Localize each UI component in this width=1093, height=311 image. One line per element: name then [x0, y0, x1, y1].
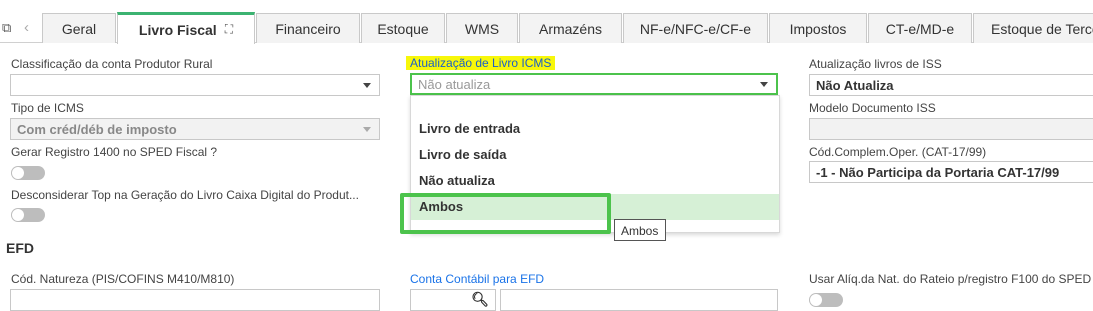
tab-label: Geral: [61, 20, 97, 37]
atualizacao-icms-label: Atualização de Livro ICMS: [406, 56, 556, 70]
tab-geral[interactable]: Geral: [42, 13, 116, 43]
atualizacao-icms-placeholder: Não atualiza: [418, 77, 491, 92]
tab-label: WMS: [464, 20, 500, 37]
natureza-label: Cód. Natureza (PIS/COFINS M410/M810): [11, 272, 235, 286]
chevron-down-icon: [760, 82, 768, 87]
iss-value: Não Atualiza: [816, 78, 894, 93]
iss-label: Atualização livros de ISS: [809, 57, 942, 71]
conta-contabil-code-input[interactable]: 🔍︎: [410, 289, 496, 311]
tab-bar: ⧉ ‹ Geral Livro Fiscal ⛶ Financeiro Estoq…: [0, 0, 1093, 44]
copy-icon[interactable]: ⧉: [2, 20, 11, 36]
tipo-icms-value: Com créd/déb de imposto: [17, 122, 177, 137]
tab-cte[interactable]: CT-e/MD-e: [868, 13, 972, 43]
tipo-icms-select: Com créd/déb de imposto: [10, 118, 380, 140]
modelo-iss-label: Modelo Documento ISS: [809, 101, 936, 115]
tab-label: Impostos: [789, 20, 847, 37]
registro1400-toggle[interactable]: [11, 166, 45, 180]
chevron-down-icon: [363, 127, 371, 132]
option-label: Livro de entrada: [419, 121, 521, 136]
cod-complem-label: Cód.Complem.Oper. (CAT-17/99): [809, 145, 987, 159]
tab-wms[interactable]: WMS: [446, 13, 518, 43]
tab-estoque[interactable]: Estoque: [361, 13, 445, 43]
modelo-iss-field: [809, 118, 1093, 140]
tab-nfe[interactable]: NF-e/NFC-e/CF-e: [623, 13, 768, 43]
tooltip: Ambos: [614, 219, 666, 241]
tab-armazens[interactable]: Armazéns: [519, 13, 622, 43]
cod-complem-value: -1 - Não Participa da Portaria CAT-17/99: [816, 165, 1060, 180]
aliq-rateio-toggle[interactable]: [809, 293, 843, 307]
tab-label: Estoque de Terce: [991, 20, 1093, 37]
tab-label: Armazéns: [538, 20, 603, 37]
classificacao-label: Classificação da conta Produtor Rural: [11, 57, 213, 71]
option-label: Livro de saída: [419, 147, 507, 162]
tab-estoque-terceiros[interactable]: Estoque de Terce: [973, 13, 1093, 43]
aliq-rateio-label: Usar Alíq.da Nat. do Rateio p/registro F…: [809, 272, 1092, 286]
registro1400-label: Gerar Registro 1400 no SPED Fiscal ?: [11, 145, 218, 159]
highlight-box: [400, 193, 611, 234]
conta-contabil-desc-input: [500, 289, 778, 311]
chevron-down-icon: [363, 83, 371, 88]
classificacao-select[interactable]: [10, 74, 380, 96]
natureza-input[interactable]: [10, 289, 380, 311]
tab-label: Estoque: [377, 20, 429, 37]
tab-livro-fiscal[interactable]: Livro Fiscal ⛶: [117, 12, 255, 44]
chevron-left-icon[interactable]: ‹: [24, 19, 29, 36]
iss-select[interactable]: Não Atualiza: [809, 74, 1093, 96]
expand-icon[interactable]: ⛶: [225, 22, 233, 37]
option-label: Não atualiza: [419, 173, 495, 188]
tab-label: Financeiro: [275, 20, 341, 37]
option-livro-entrada[interactable]: Livro de entrada: [411, 116, 779, 142]
atualizacao-icms-select[interactable]: Não atualiza: [410, 73, 778, 95]
desconsiderar-toggle[interactable]: [11, 208, 45, 222]
desconsiderar-label: Desconsiderar Top na Geração do Livro Ca…: [11, 188, 359, 202]
tipo-icms-label: Tipo de ICMS: [11, 101, 84, 115]
tab-impostos[interactable]: Impostos: [769, 13, 867, 43]
tab-label: CT-e/MD-e: [885, 20, 955, 37]
tab-financeiro[interactable]: Financeiro: [256, 13, 360, 43]
search-icon[interactable]: 🔍︎: [471, 291, 489, 308]
tab-label: Livro Fiscal: [138, 21, 217, 38]
efd-section-title: EFD: [6, 240, 34, 256]
option-nao-atualiza[interactable]: Não atualiza: [411, 168, 779, 194]
cod-complem-select[interactable]: -1 - Não Participa da Portaria CAT-17/99: [809, 161, 1093, 183]
option-livro-saida[interactable]: Livro de saída: [411, 142, 779, 168]
conta-contabil-label: Conta Contábil para EFD: [410, 272, 545, 286]
tab-label: NF-e/NFC-e/CF-e: [639, 20, 752, 37]
